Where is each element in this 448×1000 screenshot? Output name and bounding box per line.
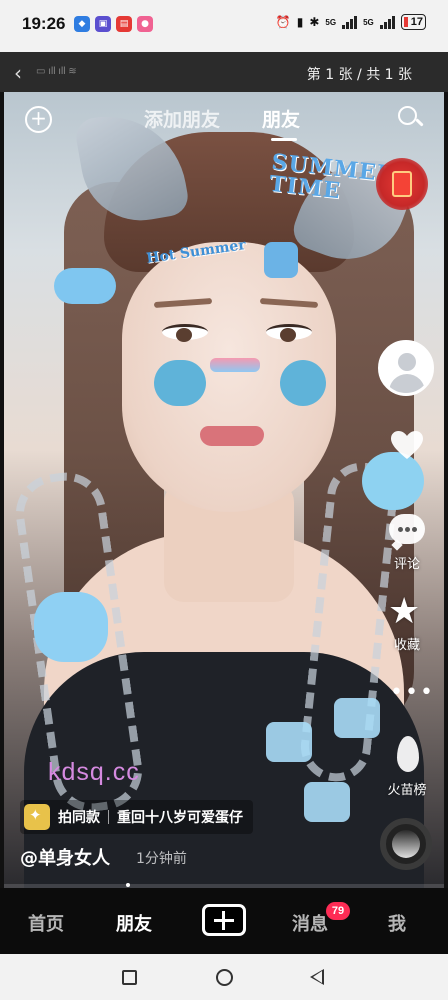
rainbow-sticker	[210, 358, 260, 372]
tab-friends[interactable]: 朋友	[262, 105, 300, 132]
red-packet-icon[interactable]	[376, 158, 428, 210]
back-icon[interactable]	[310, 969, 324, 985]
hot-list-label: 火苗榜	[387, 783, 427, 798]
sparkle-icon	[24, 804, 50, 830]
post-time: 1分钟前	[136, 851, 187, 867]
signal-icon-a	[342, 15, 358, 29]
search-icon[interactable]	[398, 106, 424, 132]
collect-star-icon[interactable]: ★	[388, 594, 420, 630]
messages-badge: 79	[326, 902, 350, 920]
back-arrow-icon[interactable]: ‹	[14, 61, 22, 85]
recent-apps-icon[interactable]	[122, 970, 137, 985]
battery-fill	[403, 17, 408, 27]
like-heart-icon[interactable]	[390, 430, 424, 460]
nav-messages[interactable]: 消息	[292, 910, 328, 936]
cube-sticker	[264, 242, 298, 278]
ice-cube-sticker	[266, 722, 312, 762]
home-icon[interactable]	[216, 969, 233, 986]
cartoon-character-sticker	[154, 360, 206, 406]
bluetooth-icon: ✱	[309, 15, 320, 29]
cartoon-character-sticker	[362, 452, 424, 510]
comment-icon[interactable]	[389, 514, 425, 544]
battery-level: 17	[410, 16, 423, 28]
nav-friends[interactable]: 朋友	[116, 910, 152, 936]
add-icon[interactable]: +	[25, 106, 52, 133]
qq-icon: ◆	[74, 16, 90, 32]
collect-label: 收藏	[393, 638, 420, 653]
divider	[108, 810, 109, 824]
alarm-icon: ⏰	[275, 15, 291, 29]
network-5g-label-b: 5G	[363, 17, 374, 27]
eye-left	[162, 324, 208, 342]
network-5g-label-a: 5G	[325, 17, 337, 27]
signal-icon-b	[379, 15, 395, 29]
tab-active-indicator	[271, 138, 297, 141]
author-avatar[interactable]	[378, 340, 434, 396]
viewer-mini-status-icon: ▭ ıll ıll ≋	[36, 66, 77, 77]
create-plus-button[interactable]	[202, 904, 246, 936]
vibrate-icon: ▮	[296, 15, 304, 29]
shoot-same-label: 拍同款	[58, 810, 100, 826]
battery-icon: 17	[400, 14, 426, 30]
progress-indicator	[126, 883, 130, 887]
comment-label: 评论	[393, 557, 420, 572]
eye-right	[266, 324, 312, 342]
flame-icon[interactable]	[397, 736, 419, 772]
tab-add-friends[interactable]: 添加朋友	[144, 105, 220, 132]
nav-me[interactable]: 我	[388, 910, 406, 936]
status-bar: 19:26 ◆ ▣ ▤ ● ⏰ ▮ ✱ 5G 5G 17	[0, 0, 448, 52]
cloud-sticker	[54, 268, 116, 304]
music-disc-icon[interactable]	[380, 818, 432, 870]
image-viewer-bar: ‹ ▭ ıll ıll ≋ 第 1 张 / 共 1 张	[0, 52, 448, 92]
status-indicators: ⏰ ▮ ✱ 5G 5G 17	[276, 14, 426, 30]
sale-icon: ▤	[116, 16, 132, 32]
more-dots-icon[interactable]: •••	[390, 682, 435, 704]
bottom-nav: 首页 朋友 消息 79 我	[0, 888, 448, 954]
cartoon-character-sticker	[280, 360, 326, 406]
ice-cube-sticker	[334, 698, 380, 738]
song-title: 重回十八岁可爱蛋仔	[117, 810, 243, 826]
watermark-text: kdsq.cc	[48, 758, 140, 786]
system-nav-bar	[0, 954, 448, 1000]
lips	[200, 426, 264, 446]
author-name[interactable]: @单身女人	[20, 844, 110, 870]
ice-cube-sticker	[304, 782, 350, 822]
blue-blob-sticker	[34, 592, 108, 662]
game-icon: ●	[137, 16, 153, 32]
status-time: 19:26	[22, 14, 66, 33]
nav-home[interactable]: 首页	[28, 910, 64, 936]
reader-icon: ▣	[95, 16, 111, 32]
shoot-same-bar[interactable]: 拍同款 重回十八岁可爱蛋仔	[20, 800, 253, 834]
image-pager: 第 1 张 / 共 1 张	[306, 67, 412, 83]
